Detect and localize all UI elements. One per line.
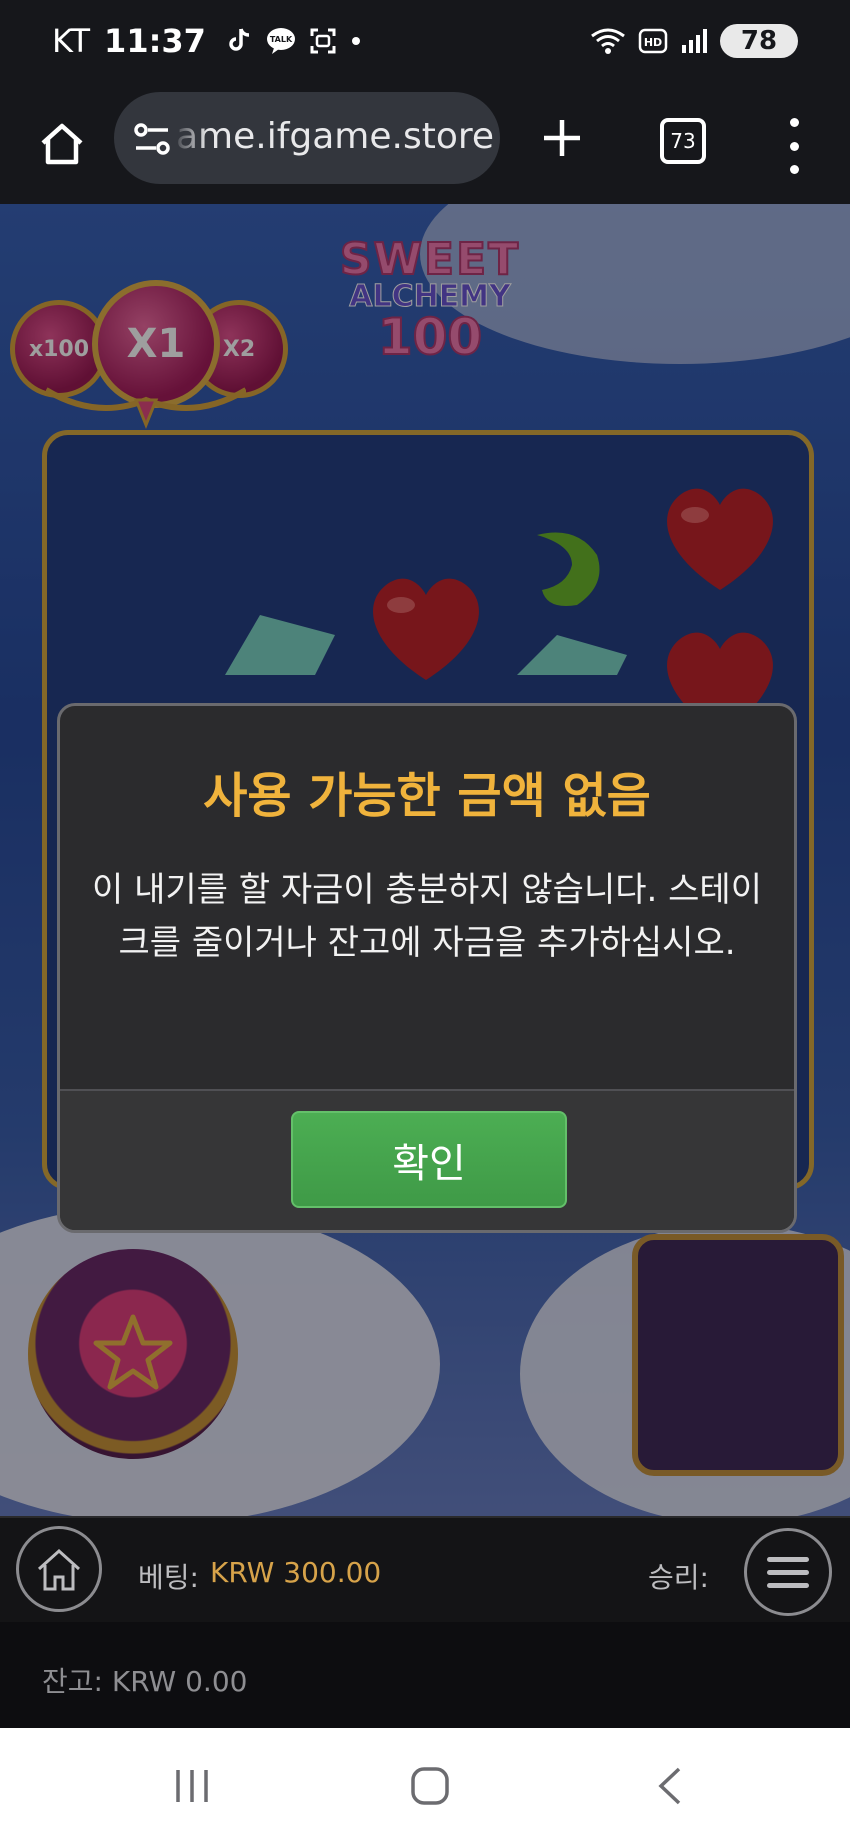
status-bar: KT 11:37 TALK HD 78 (0, 0, 850, 88)
hd-icon: HD (638, 28, 668, 54)
tabs-icon[interactable]: 73 (660, 118, 706, 164)
svg-text:HD: HD (644, 36, 662, 49)
more-vert-icon[interactable] (776, 114, 812, 178)
system-nav-bar (0, 1728, 850, 1842)
bet-value[interactable]: KRW 300.00 (210, 1556, 381, 1589)
battery-icon: 78 (720, 24, 798, 58)
confirm-button[interactable]: 확인 (291, 1111, 567, 1208)
svg-text:TALK: TALK (270, 35, 293, 44)
insufficient-funds-dialog: 사용 가능한 금액 없음 이 내기를 할 자금이 충분하지 않습니다. 스테이크… (57, 703, 797, 1233)
tab-count: 73 (670, 129, 696, 153)
url-fade (172, 92, 208, 184)
clock: 11:37 (104, 22, 206, 60)
recent-apps-icon (176, 1770, 208, 1802)
plus-icon (544, 120, 580, 156)
new-tab-button[interactable] (536, 112, 588, 164)
site-settings-icon[interactable] (132, 118, 174, 160)
home-icon (37, 1548, 81, 1591)
dialog-title: 사용 가능한 금액 없음 (203, 768, 651, 824)
home-nav-icon (411, 1767, 449, 1805)
carrier-label: KT (52, 22, 91, 60)
wifi-icon (591, 28, 625, 54)
talk-icon: TALK (266, 28, 295, 54)
bet-label: 베팅: (138, 1561, 199, 1594)
game-menu-button[interactable] (744, 1528, 832, 1616)
home-nav-button[interactable] (400, 1760, 460, 1812)
dialog-message: 이 내기를 할 자금이 충분하지 않습니다. 스테이크를 줄이거나 잔고에 자금… (92, 870, 762, 963)
tiktok-icon (229, 28, 250, 51)
recent-apps-button[interactable] (162, 1760, 222, 1812)
game-home-button[interactable] (16, 1526, 102, 1612)
balance-label: 잔고: KRW 0.00 (42, 1665, 248, 1698)
home-icon (41, 123, 83, 165)
back-icon (658, 1767, 681, 1805)
url-text[interactable]: ame.ifgame.store (176, 116, 494, 157)
balance-bar: 잔고: KRW 0.00 (0, 1622, 850, 1728)
back-button[interactable] (640, 1760, 700, 1812)
signal-icon (682, 29, 707, 53)
game-control-bar: 베팅: KRW 300.00 승리: (0, 1516, 850, 1624)
win-label: 승리: (648, 1561, 709, 1594)
screenshot-icon (310, 28, 336, 54)
browser-toolbar: ame.ifgame.store 73 (0, 88, 850, 204)
address-bar[interactable]: ame.ifgame.store (114, 92, 500, 184)
battery-level: 78 (740, 26, 778, 56)
dot-icon (351, 37, 360, 45)
browser-home-button[interactable] (30, 112, 94, 176)
